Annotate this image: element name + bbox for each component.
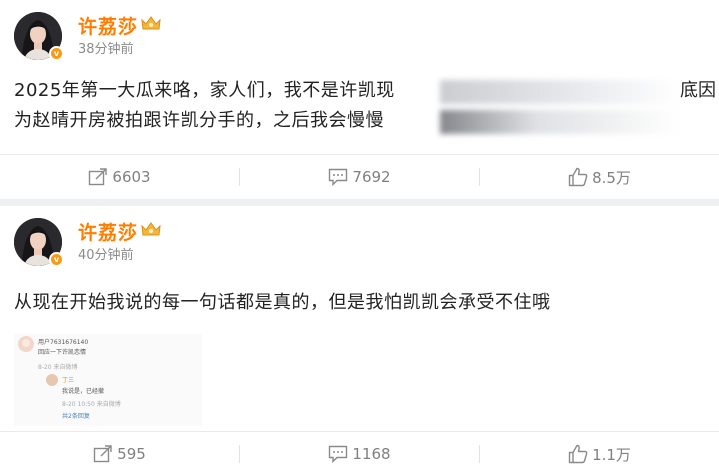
reply-avatar-icon	[46, 374, 58, 386]
post-card: v 许荔莎 38分钟前 2025年第一大瓜来咯，家人们，我不是许凯现 为赵晴开房…	[0, 0, 719, 199]
like-count: 1.1万	[592, 445, 631, 464]
post-actions: 595 1168 1.1万	[0, 431, 719, 475]
comment-meta: 8-20 来自微博	[38, 364, 78, 371]
reply-text: 我说是，已经撤	[62, 388, 105, 395]
attached-screenshot[interactable]: 用户7631676140 回应一下许凯恋情 8-20 来自微博 丁三 我说是，已…	[14, 334, 202, 426]
repost-count: 595	[117, 445, 146, 463]
verified-badge-icon: v	[49, 252, 64, 267]
comment-text: 回应一下许凯恋情	[38, 349, 87, 356]
repost-button[interactable]: 6603	[0, 155, 239, 199]
post-text-tail: 底因	[680, 80, 716, 101]
repost-count: 6603	[112, 168, 151, 186]
crown-icon	[141, 16, 161, 30]
post-card: v 许荔莎 40分钟前 从现在开始我说的每一句话都是真的，但是我怕凯凯会承受不住…	[0, 206, 719, 475]
verified-badge-icon: v	[49, 46, 64, 61]
post-time[interactable]: 38分钟前	[78, 38, 134, 57]
repost-icon	[93, 445, 112, 463]
post-text: 从现在开始我说的每一句话都是真的，但是我怕凯凯会承受不住哦	[14, 288, 551, 318]
more-replies-link: 共2条回复	[62, 413, 90, 420]
reply-user: 丁三	[62, 377, 75, 384]
post-text-line: 从现在开始我说的每一句话都是真的，但是我怕凯凯会承受不住哦	[14, 292, 551, 313]
like-icon	[568, 444, 588, 464]
post-time[interactable]: 40分钟前	[78, 244, 134, 263]
comment-button[interactable]: 1168	[240, 432, 479, 475]
comment-user: 用户7631676140	[38, 339, 89, 346]
weibo-feed: v 许荔莎 38分钟前 2025年第一大瓜来咯，家人们，我不是许凯现 为赵晴开房…	[0, 0, 719, 475]
like-icon	[568, 167, 588, 187]
commenter-avatar-icon	[18, 336, 34, 352]
reply-meta: 8-20 10:50 来自微博	[62, 401, 121, 408]
like-button[interactable]: 8.5万	[480, 155, 719, 199]
repost-button[interactable]: 595	[0, 432, 239, 475]
username[interactable]: 许荔莎	[78, 12, 138, 39]
comment-count: 7692	[352, 168, 391, 186]
comment-count: 1168	[352, 445, 391, 463]
comment-icon	[329, 445, 348, 463]
blurred-text-region	[440, 110, 680, 134]
comment-icon	[329, 168, 348, 186]
comment-button[interactable]: 7692	[240, 155, 479, 199]
crown-icon	[141, 222, 161, 236]
post-actions: 6603 7692 8.5万	[0, 154, 719, 198]
blurred-text-region	[440, 80, 680, 104]
like-count: 8.5万	[592, 168, 631, 187]
repost-icon	[89, 168, 108, 186]
like-button[interactable]: 1.1万	[480, 432, 719, 475]
username[interactable]: 许荔莎	[78, 218, 138, 245]
